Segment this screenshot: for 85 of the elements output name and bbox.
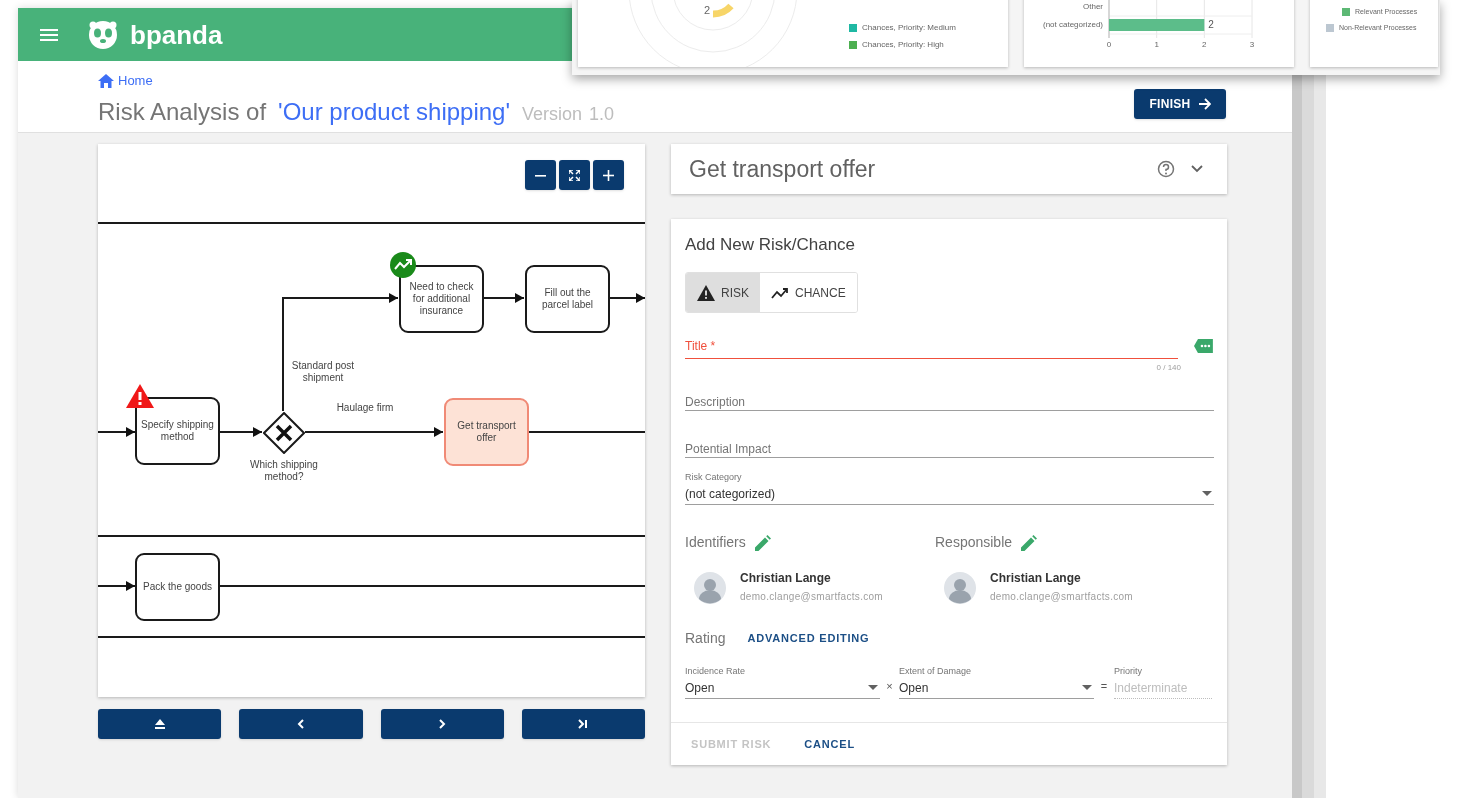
tick-label: 3 bbox=[1248, 40, 1256, 50]
task-node[interactable]: Fill out the parcel label bbox=[525, 265, 610, 333]
help-icon[interactable] bbox=[1157, 160, 1175, 178]
sequence-flow bbox=[483, 293, 525, 303]
equals-sign: = bbox=[1099, 678, 1109, 694]
gateway-node[interactable] bbox=[263, 412, 305, 454]
select-field[interactable]: Open bbox=[899, 677, 1094, 699]
axis-label: Other bbox=[1083, 2, 1103, 12]
flow-label: Standard post shipment bbox=[290, 360, 356, 384]
section-label: Responsible bbox=[935, 533, 1013, 552]
version-label: Version bbox=[522, 103, 583, 126]
type-toggle[interactable]: RISK bbox=[686, 273, 760, 312]
select-field[interactable]: (not categorized) bbox=[685, 483, 1214, 505]
flow-label: Haulage firm bbox=[335, 402, 395, 414]
avatar-icon bbox=[694, 571, 726, 604]
zoom-in-button[interactable] bbox=[593, 160, 624, 190]
brand-name: bpanda bbox=[130, 21, 223, 48]
pencil-icon[interactable] bbox=[1021, 534, 1038, 551]
sequence-flow bbox=[98, 427, 136, 437]
character-counter: 0 / 140 bbox=[1155, 362, 1181, 374]
dropdown-arrow-icon bbox=[1082, 685, 1092, 690]
text-input-field[interactable]: Potential Impact bbox=[685, 434, 1214, 458]
skip-to-end-icon bbox=[578, 719, 589, 729]
select-field[interactable]: Open bbox=[685, 677, 880, 699]
sequence-flow bbox=[98, 581, 136, 591]
expand-icon bbox=[569, 169, 580, 181]
version-number: 1.0 bbox=[589, 103, 615, 126]
form-heading: Add New Risk/Chance bbox=[685, 235, 857, 255]
axis-label: (not categorized) bbox=[1042, 20, 1103, 30]
task-node[interactable]: Need to check for additional insurance bbox=[399, 265, 484, 333]
process-name: 'Our product shipping' bbox=[278, 97, 511, 127]
text-input-field[interactable]: Description bbox=[685, 387, 1214, 411]
eject-icon bbox=[154, 719, 165, 729]
data-label: 2 bbox=[1208, 19, 1214, 31]
chevron-right-icon bbox=[437, 719, 448, 729]
trend-up-icon bbox=[771, 286, 789, 299]
person-name: Christian Lange bbox=[990, 571, 1082, 586]
priority-field: Indeterminate bbox=[1114, 677, 1212, 699]
home-icon bbox=[98, 73, 114, 88]
finish-button[interactable]: FINISH bbox=[1134, 89, 1226, 119]
panda-logo-icon bbox=[88, 19, 118, 50]
detail-title: Get transport offer bbox=[689, 154, 876, 184]
person-name: Christian Lange bbox=[740, 571, 832, 586]
zoom-in-icon bbox=[603, 169, 614, 181]
tick-label: 1 bbox=[1153, 40, 1160, 50]
tag-icon[interactable] bbox=[1194, 339, 1213, 353]
advanced-editing-link[interactable]: ADVANCED EDITING bbox=[747, 630, 870, 647]
fit-screen-button[interactable] bbox=[559, 160, 590, 190]
multiply-sign: × bbox=[885, 678, 894, 694]
person-email: demo.clange@smartfacts.com bbox=[990, 590, 1133, 604]
rating-label: Rating bbox=[685, 629, 726, 648]
gateway-label: Which shipping method? bbox=[249, 459, 319, 483]
field-label: Extent of Damage bbox=[899, 666, 973, 677]
legend-label: Chances, Priority: High bbox=[862, 39, 944, 51]
title-input-field[interactable]: Title * bbox=[685, 335, 1179, 359]
menu-icon[interactable] bbox=[40, 28, 58, 41]
select-value: (not categorized) bbox=[685, 485, 776, 503]
tick-label: 0 bbox=[1105, 40, 1113, 50]
field-label: Risk Category bbox=[685, 472, 743, 483]
cancel-button[interactable]: CANCEL bbox=[804, 735, 855, 753]
dropdown-arrow-icon bbox=[868, 685, 878, 690]
task-node[interactable]: Pack the goods bbox=[135, 553, 220, 621]
zoom-out-button[interactable] bbox=[525, 160, 556, 190]
home-breadcrumb[interactable]: Home bbox=[98, 71, 153, 91]
task-node[interactable]: Get transport offer bbox=[444, 398, 529, 466]
avatar-icon bbox=[944, 571, 976, 604]
sequence-flow bbox=[219, 427, 263, 437]
sequence-flow bbox=[609, 293, 645, 303]
pencil-icon[interactable] bbox=[754, 534, 771, 551]
section-label: Identifiers bbox=[685, 533, 746, 552]
chevron-left-icon bbox=[295, 719, 306, 729]
chevron-down-icon[interactable] bbox=[1191, 165, 1203, 173]
dropdown-arrow-icon bbox=[1202, 491, 1212, 496]
arrow-right-icon bbox=[1198, 98, 1211, 110]
person-email: demo.clange@smartfacts.com bbox=[740, 590, 883, 604]
field-label: Incidence Rate bbox=[685, 666, 747, 677]
warning-icon bbox=[697, 284, 715, 301]
last-button[interactable] bbox=[521, 709, 645, 739]
gauge-value: 2 bbox=[704, 3, 711, 18]
page-title: Risk Analysis of bbox=[98, 97, 267, 127]
task-node[interactable]: Specify shipping method bbox=[135, 397, 220, 465]
collapse-button[interactable] bbox=[98, 709, 222, 739]
tick-label: 2 bbox=[1201, 40, 1208, 50]
field-label: Priority bbox=[1114, 666, 1143, 677]
legend-label: Chances, Priority: Medium bbox=[862, 22, 956, 34]
